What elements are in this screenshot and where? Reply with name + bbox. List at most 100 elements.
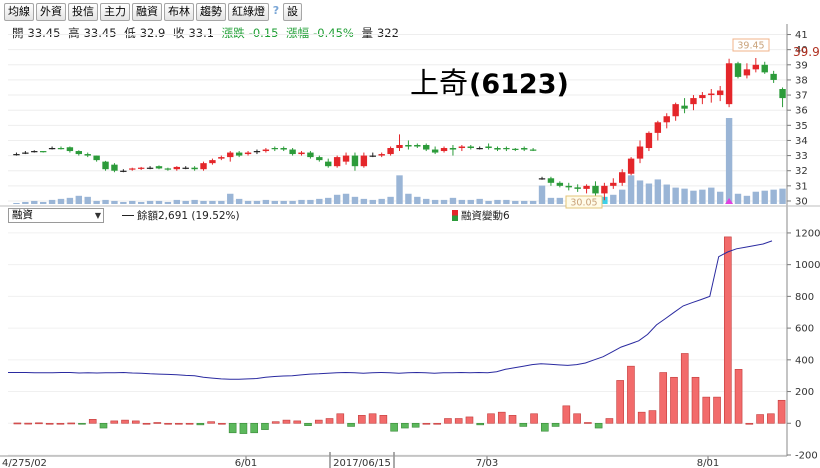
- candle: [137, 166, 145, 170]
- volume-bar: [538, 185, 546, 204]
- margin-change-bar: [734, 369, 743, 424]
- margin-change-bar: [78, 422, 86, 425]
- candle-body: [547, 178, 555, 183]
- candle-body: [351, 155, 359, 167]
- volume-bar: [529, 200, 537, 204]
- volume-bar: [218, 200, 225, 204]
- candle-body: [164, 168, 172, 170]
- volume-bar: [173, 199, 180, 204]
- candle: [262, 148, 270, 153]
- candle-body: [708, 93, 715, 96]
- candle: [654, 120, 662, 141]
- margin-change-bar: [422, 422, 431, 425]
- candle-body: [458, 146, 466, 149]
- candle-body: [716, 90, 724, 96]
- candle: [565, 182, 572, 191]
- candle-body: [529, 149, 537, 151]
- current-price-label: 39.9: [793, 45, 820, 59]
- volume-bar: [458, 199, 466, 204]
- candle: [218, 155, 225, 161]
- volume-bar: [22, 201, 29, 204]
- margin-change-bar: [142, 422, 151, 425]
- margin-balance-line: [8, 240, 773, 380]
- volume-bar: [191, 199, 198, 204]
- candle-body: [137, 167, 145, 169]
- candle-body: [271, 148, 278, 150]
- volume-bar: [200, 200, 207, 204]
- candle-body: [262, 149, 270, 152]
- price-tick-label: 37: [795, 91, 808, 102]
- candle: [333, 155, 341, 168]
- candle-body: [218, 157, 225, 159]
- candle-body: [75, 151, 83, 155]
- margin-change-bar: [325, 418, 334, 424]
- volume-bar: [387, 196, 394, 204]
- margin-change-bar: [627, 365, 635, 424]
- candle: [360, 152, 368, 168]
- candle-body: [13, 154, 20, 156]
- candle-body: [307, 152, 314, 158]
- candle: [458, 144, 466, 152]
- volume-bar: [743, 195, 751, 204]
- candle-body: [699, 95, 706, 99]
- price-tick-label: 32: [795, 166, 808, 177]
- candle-body: [627, 158, 635, 174]
- balance-legend-text: 餘額2,691 (19.52%): [137, 210, 240, 222]
- margin-change-bar: [347, 422, 355, 427]
- candle: [31, 150, 38, 153]
- candle: [476, 146, 483, 150]
- candle: [191, 166, 198, 171]
- margin-change-bar: [24, 422, 32, 425]
- volume-bar: [182, 200, 189, 204]
- candle-body: [538, 178, 546, 180]
- candle: [779, 87, 786, 108]
- line-swatch-icon: [122, 215, 134, 216]
- candle-body: [342, 155, 350, 162]
- volume-bar: [244, 200, 252, 204]
- candle-body: [743, 69, 751, 76]
- candle: [405, 140, 412, 150]
- stock-chart[interactable]: 414039383736353433323130 120010008006004…: [0, 0, 820, 468]
- candle: [378, 152, 385, 158]
- margin-change-bar: [336, 413, 345, 424]
- volume-bar: [779, 188, 786, 204]
- volume-bar: [351, 196, 359, 204]
- candle-body: [325, 161, 332, 167]
- volume-bar: [396, 175, 403, 204]
- candle: [743, 63, 751, 79]
- candle-body: [155, 166, 163, 169]
- price-tick-label: 35: [795, 121, 808, 132]
- candle-body: [387, 148, 394, 155]
- margin-change-bar: [164, 422, 172, 425]
- margin-change-bar: [390, 422, 398, 432]
- volume-bar: [102, 199, 109, 204]
- volume-bar: [298, 199, 305, 204]
- margin-tick-label: -200: [795, 451, 818, 462]
- candle: [280, 146, 287, 152]
- margin-change-bar: [228, 422, 237, 434]
- candle: [244, 151, 252, 156]
- volume-bar: [120, 201, 127, 204]
- bar-swatch-icon: [452, 210, 458, 221]
- candle-body: [360, 155, 368, 167]
- indicator-select[interactable]: 融資 ▼: [8, 208, 104, 223]
- candle: [636, 140, 644, 164]
- candle-body: [654, 122, 662, 133]
- volume-bar: [333, 194, 341, 204]
- candle-body: [298, 152, 305, 155]
- margin-change-bar: [637, 411, 646, 424]
- volume-bar: [734, 193, 742, 204]
- price-tick-label: 38: [795, 75, 808, 86]
- price-tick-label: 36: [795, 106, 808, 117]
- margin-change-bar: [99, 422, 108, 429]
- change-legend: 融資變動6: [452, 208, 510, 223]
- candle: [13, 152, 20, 156]
- margin-change-bar: [767, 413, 775, 424]
- candle: [547, 176, 555, 186]
- candle-body: [93, 155, 100, 161]
- volume-bar: [610, 194, 617, 204]
- candle-body: [378, 154, 385, 156]
- volume-bar: [129, 200, 136, 204]
- margin-change-bar: [175, 422, 183, 425]
- volume-bar: [289, 200, 296, 204]
